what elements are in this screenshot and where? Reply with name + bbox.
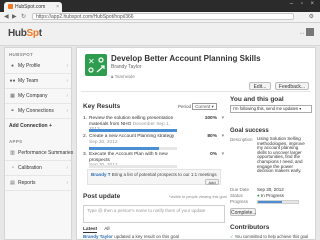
goal-panel: ✕ Develop Better Account Planning Skills…	[76, 47, 316, 240]
team-icon: ●●	[9, 78, 16, 84]
progress-label: Progress	[230, 199, 249, 204]
header-divider	[81, 91, 311, 92]
period-dropdown[interactable]: Current ▾	[192, 103, 217, 110]
add-connection-link[interactable]: Add Connection +	[5, 119, 71, 133]
chevron-down-icon[interactable]: ▾	[222, 116, 224, 121]
key-result-progress	[89, 129, 177, 132]
sidebar: HUBSPOT ● My Profile › ●● My Team › ▦ My Comp…	[4, 47, 73, 240]
lock-icon: 🔒︎	[111, 74, 114, 79]
forward-icon[interactable]: ▶	[12, 13, 17, 21]
due-date-label: Due Date	[230, 187, 250, 192]
due-date-value: Sep 30, 2012	[257, 187, 284, 192]
update-text: Bring a list of potential prospects to o…	[111, 172, 217, 177]
you-and-goal-heading: You and this goal	[230, 96, 284, 103]
feedback-button[interactable]: Feedback...	[275, 82, 309, 90]
chevron-right-icon: ›	[66, 108, 68, 114]
description-label: Description	[230, 137, 253, 142]
period-selector: Period Current ▾	[178, 103, 217, 110]
key-result-progress	[89, 147, 177, 150]
settings-wrench-icon[interactable]: ⚙	[309, 13, 314, 20]
post-update-heading: Post update	[83, 193, 121, 200]
following-select[interactable]: I'm following this, send me updates ▾	[230, 105, 312, 113]
browser-window: HubSpot.com × – ▫ × ◀ ▶ ↻ https://app2.h…	[0, 0, 320, 240]
chevron-right-icon: ›	[66, 78, 68, 84]
status-label: Status	[230, 193, 243, 198]
goal-icon: ✕	[85, 54, 107, 76]
goal-owner[interactable]: Brandy Taylor	[111, 64, 141, 70]
key-results-heading: Key Results	[83, 103, 121, 110]
chart-icon: ▥	[10, 150, 15, 156]
activity-item: Brandy Taylor updated a key result on th…	[83, 234, 179, 239]
complete-button[interactable]: Complete...	[230, 208, 257, 216]
chevron-right-icon: ›	[66, 93, 68, 99]
post-tabs: Latest All	[83, 227, 116, 233]
sidebar-item-my-company[interactable]: ▦ My Company ›	[5, 89, 71, 104]
connections-icon: ⚭	[10, 108, 15, 114]
tab-latest[interactable]: Latest	[83, 227, 98, 233]
hubspot-logo[interactable]: HubSpt	[8, 28, 42, 39]
contributors-heading: Contributors	[230, 224, 270, 231]
reports-icon: ▤	[10, 180, 15, 186]
key-result-update: Brandy T Bring a list of potential prosp…	[87, 169, 221, 185]
status-value: ● In Progress	[257, 193, 284, 198]
check-icon: ✓	[230, 234, 234, 239]
app-header: HubSpt ...	[0, 23, 320, 46]
back-icon[interactable]: ◀	[4, 13, 9, 21]
sidebar-item-my-profile[interactable]: ● My Profile ›	[5, 59, 71, 74]
status-dot-icon: ●	[257, 193, 260, 198]
user-menu[interactable]: ...	[300, 28, 314, 36]
chevron-right-icon: ›	[66, 150, 68, 156]
edit-button[interactable]: Edit...	[249, 82, 271, 90]
svg-text:✕: ✕	[88, 57, 95, 66]
sidebar-item-my-connections[interactable]: ⚭ My Connections ›	[5, 104, 71, 119]
chevron-right-icon: ›	[66, 180, 68, 186]
chevron-right-icon: ›	[66, 63, 68, 69]
sidebar-item-calibration[interactable]: ◔ Calibration ›	[5, 161, 71, 176]
key-result-progress	[89, 165, 177, 168]
sidebar-item-performance-summaries[interactable]: ▥ Performance Summaries ›	[5, 146, 73, 161]
contributor-note: ✓ You committed to help achieve this goa…	[230, 234, 309, 239]
favicon-icon	[8, 4, 13, 10]
tab-title: HubSpot.com	[15, 4, 46, 10]
goal-success-heading: Goal success	[230, 128, 269, 134]
post-hint: *visible to people viewing this goal	[169, 195, 227, 199]
sidebar-item-my-team[interactable]: ●● My Team ›	[5, 74, 71, 89]
sidebar-item-reports[interactable]: ▤ Reports ›	[5, 176, 71, 191]
sidebar-heading-apps: APPS	[9, 139, 23, 144]
activity-author[interactable]: Brandy Taylor	[83, 234, 113, 239]
avatar	[306, 28, 314, 36]
address-bar: ◀ ▶ ↻ https://app2.hubspot.com/HubSpot/h…	[0, 12, 320, 23]
close-tab-icon[interactable]: ×	[56, 2, 59, 12]
chevron-down-icon[interactable]: ▾	[222, 134, 224, 139]
goal-privacy: 🔒︎ Teamwide	[111, 74, 135, 79]
post-update-input[interactable]: Type @ then a person's name to notify th…	[83, 205, 225, 223]
tab-bar: HubSpot.com × – ▫ ×	[0, 0, 320, 12]
reload-icon[interactable]: ↻	[21, 13, 26, 21]
company-icon: ▦	[10, 93, 15, 99]
user-icon: ●	[10, 63, 15, 69]
update-author[interactable]: Brandy T	[91, 172, 111, 177]
sidebar-heading-hubspot: HUBSPOT	[9, 52, 34, 57]
chevron-right-icon: ›	[66, 165, 68, 171]
add-update-button[interactable]: Add	[205, 179, 219, 185]
goal-title: Develop Better Account Planning Skills	[111, 54, 261, 63]
url-field[interactable]: https://app2.hubspot.com/HubSpot/hopi/36…	[32, 13, 294, 20]
description-text: Using Solution Selling methodologies, im…	[257, 136, 305, 174]
tab-all[interactable]: All	[104, 227, 109, 232]
chevron-down-icon[interactable]: ▾	[222, 152, 224, 157]
window-controls[interactable]: – ▫ ×	[290, 1, 317, 7]
goal-progress-bar	[257, 200, 299, 204]
browser-tab[interactable]: HubSpot.com ×	[4, 2, 62, 12]
calibration-icon: ◔	[10, 165, 15, 171]
